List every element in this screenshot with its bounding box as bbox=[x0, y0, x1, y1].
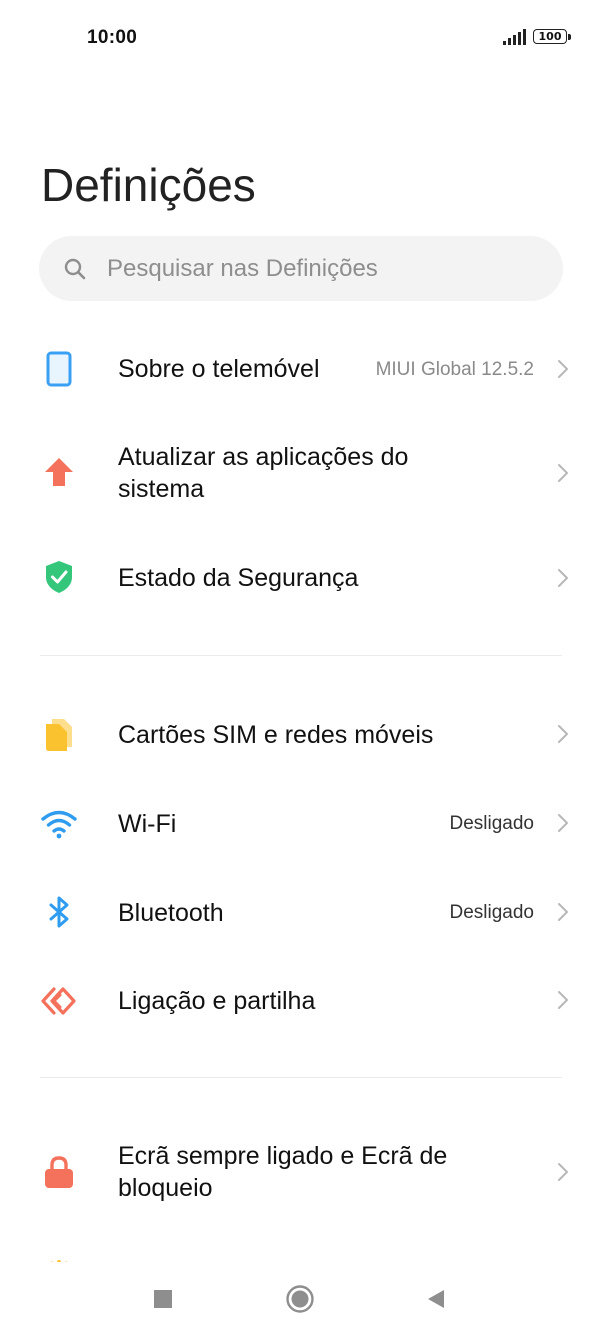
status-bar: 10:00 100 bbox=[0, 0, 601, 76]
square-icon[interactable] bbox=[147, 1283, 179, 1315]
page-title: Definições bbox=[41, 159, 256, 211]
settings-item-sim[interactable]: Cartões SIM e redes móveis bbox=[0, 699, 601, 769]
chevron-right-icon bbox=[558, 814, 568, 832]
settings-item-sharing[interactable]: Ligação e partilha bbox=[0, 966, 601, 1036]
signal-bars-icon bbox=[503, 29, 526, 45]
sim-card-icon bbox=[46, 719, 72, 751]
settings-item-label: Cartões SIM e redes móveis bbox=[118, 721, 434, 749]
settings-item-label: Ligação e partilha bbox=[118, 987, 316, 1015]
settings-item-wifi[interactable]: Wi-Fi Desligado bbox=[0, 788, 601, 858]
settings-item-security[interactable]: Estado da Segurança bbox=[0, 543, 601, 613]
battery-level: 100 bbox=[538, 30, 562, 43]
chevron-right-icon bbox=[558, 569, 568, 587]
chevron-right-icon bbox=[558, 725, 568, 743]
settings-item-bluetooth[interactable]: Bluetooth Desligado bbox=[0, 877, 601, 947]
chevron-right-icon bbox=[558, 1163, 568, 1181]
status-time: 10:00 bbox=[87, 27, 138, 48]
chevron-right-icon bbox=[558, 464, 568, 482]
battery-icon: 100 bbox=[533, 27, 573, 47]
phone-icon bbox=[46, 351, 72, 387]
circle-icon[interactable] bbox=[284, 1283, 316, 1315]
shield-check-icon bbox=[46, 561, 72, 593]
bluetooth-icon bbox=[49, 896, 69, 928]
triangle-back-icon[interactable] bbox=[420, 1283, 452, 1315]
settings-item-update[interactable]: Atualizar as aplicações do sistema bbox=[0, 430, 601, 516]
arrow-up-icon bbox=[45, 458, 73, 486]
section-divider bbox=[40, 655, 562, 656]
settings-item-value: Desligado bbox=[449, 902, 535, 923]
chevron-right-icon bbox=[558, 903, 568, 921]
settings-item-lockscreen[interactable]: Ecrã sempre ligado e Ecrã de bloqueio bbox=[0, 1129, 601, 1215]
wifi-icon bbox=[41, 810, 77, 839]
search-icon bbox=[64, 258, 86, 280]
navigation-bar bbox=[0, 1262, 601, 1336]
search-input[interactable] bbox=[107, 236, 537, 301]
settings-item-label: Estado da Segurança bbox=[118, 564, 359, 592]
settings-item-label: Atualizar as aplicações do sistema bbox=[118, 443, 409, 503]
search-bar[interactable] bbox=[39, 236, 563, 301]
settings-item-about[interactable]: Sobre o telemóvel MIUI Global 12.5.2 bbox=[0, 334, 601, 404]
section-divider bbox=[40, 1077, 562, 1078]
chevron-right-icon bbox=[558, 360, 568, 378]
chevron-right-icon bbox=[558, 991, 568, 1009]
settings-item-value: Desligado bbox=[449, 813, 535, 834]
connection-sharing-icon bbox=[41, 987, 76, 1015]
settings-item-label: Wi-Fi bbox=[118, 810, 177, 838]
settings-item-label: Sobre o telemóvel bbox=[118, 355, 320, 383]
settings-item-label: Bluetooth bbox=[118, 899, 224, 927]
lock-icon bbox=[45, 1156, 73, 1188]
settings-item-label: Ecrã sempre ligado e Ecrã de bloqueio bbox=[118, 1142, 448, 1202]
settings-item-value: MIUI Global 12.5.2 bbox=[375, 359, 534, 380]
